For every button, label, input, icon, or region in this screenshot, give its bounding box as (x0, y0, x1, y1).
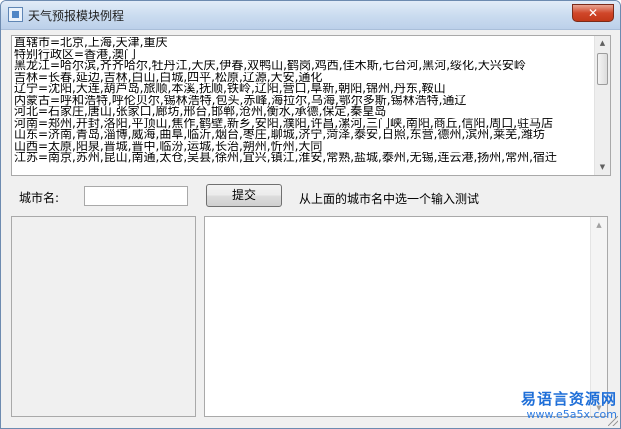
city-list-line: 江苏=南京,苏州,昆山,南通,太仓,吴县,徐州,宜兴,镇江,淮安,常熟,盐城,泰… (14, 152, 557, 164)
city-name-label: 城市名: (19, 191, 60, 205)
city-list-content: 直辖市=北京,上海,天津,重庆 特别行政区=香港,澳门 黑龙江=哈尔滨,齐齐哈尔,牡… (14, 37, 594, 175)
city-list-scrollbar[interactable]: ▲ ▼ (594, 36, 610, 175)
city-list-line: 河南=郑州,开封,洛阳,平顶山,焦作,鹤壁,新乡,安阳,濮阳,许昌,漯河,三门峡… (14, 117, 554, 129)
weather-result-textarea[interactable]: ▲ ▼ (204, 216, 608, 417)
city-list-textarea[interactable]: 直辖市=北京,上海,天津,重庆 特别行政区=香港,澳门 黑龙江=哈尔滨,齐齐哈尔,牡… (11, 35, 611, 176)
city-list-line: 直辖市=北京,上海,天津,重庆 (14, 37, 168, 49)
close-button[interactable]: ✕ (572, 4, 614, 22)
submit-button[interactable]: 提交 (206, 184, 282, 207)
result-scroll-up-icon[interactable]: ▲ (591, 217, 607, 233)
city-name-input[interactable] (84, 186, 188, 206)
watermark-url: www.e5a5x.com (526, 408, 617, 421)
title-bar[interactable]: 天气预报模块例程 ✕ (1, 1, 620, 30)
city-list-line: 辽宁=沈阳,大连,葫芦岛,旅顺,本溪,抚顺,铁岭,辽阳,营口,阜新,朝阳,锦州,… (14, 83, 446, 95)
result-scrollbar[interactable]: ▲ ▼ (590, 217, 607, 416)
city-list-line: 内蒙古=呼和浩特,呼伦贝尔,锡林浩特,包头,赤峰,海拉尔,乌海,鄂尔多斯,锡林浩… (14, 94, 467, 106)
window-title: 天气预报模块例程 (28, 9, 125, 23)
city-list-line: 山西=太原,阳泉,晋城,晋中,临汾,运城,长治,朔州,忻州,大同 (14, 140, 323, 152)
resize-grip-icon[interactable] (608, 416, 618, 426)
watermark: 易语言资源网 www.e5a5x.com (495, 391, 617, 422)
city-list-line: 吉林=长春,延边,吉林,白山,白城,四平,松原,辽源,大安,通化 (14, 71, 323, 83)
scroll-down-icon[interactable]: ▼ (595, 160, 610, 175)
watermark-name: 易语言资源网 (520, 390, 617, 408)
app-icon (8, 7, 23, 22)
weather-image-panel (11, 216, 196, 417)
city-list-line: 特别行政区=香港,澳门 (14, 48, 136, 60)
scroll-thumb[interactable] (597, 53, 608, 85)
city-list-line: 河北=石家庄,唐山,张家口,廊坊,邢台,邯郸,沧州,衡水,承德,保定,秦皇岛 (14, 106, 387, 118)
main-window: 天气预报模块例程 ✕ 直辖市=北京,上海,天津,重庆 特别行政区=香港,澳门 黑龙江… (0, 0, 621, 429)
hint-text: 从上面的城市名中选一个输入测试 (299, 192, 480, 206)
city-list-line: 山东=济南,青岛,淄博,威海,曲阜,临沂,烟台,枣庄,聊城,济宁,菏泽,泰安,日… (14, 129, 545, 141)
scroll-up-icon[interactable]: ▲ (595, 36, 610, 51)
city-list-line: 黑龙江=哈尔滨,齐齐哈尔,牡丹江,大庆,伊春,双鸭山,鹤岗,鸡西,佳木斯,七台河… (14, 60, 526, 72)
